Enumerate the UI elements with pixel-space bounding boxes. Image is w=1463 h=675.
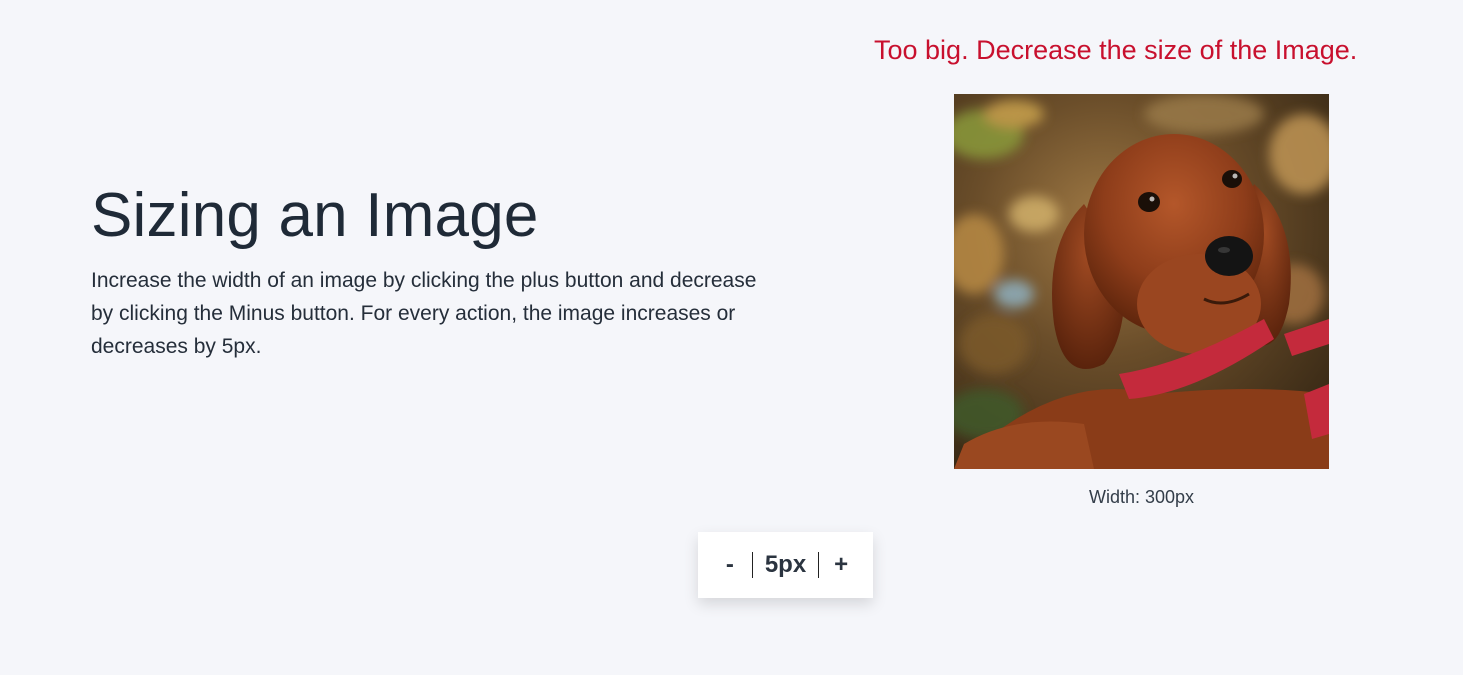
increase-button[interactable]: + (819, 545, 863, 585)
decrease-button[interactable]: - (708, 545, 752, 585)
page-description: Increase the width of an image by clicki… (91, 269, 757, 358)
size-control-panel: - 5px + (698, 532, 873, 598)
image-width-label: Width: 300px (1088, 487, 1195, 507)
page: Too big. Decrease the size of the Image.… (0, 0, 1463, 675)
page-title: Sizing an Image (91, 181, 539, 250)
dog-image (954, 94, 1329, 469)
step-size-label: 5px (751, 552, 820, 578)
size-warning-message: Too big. Decrease the size of the Image. (874, 35, 1358, 65)
dog-photo-illustration (954, 94, 1329, 469)
intro-section: Sizing an Image Increase the width of an… (91, 180, 791, 363)
